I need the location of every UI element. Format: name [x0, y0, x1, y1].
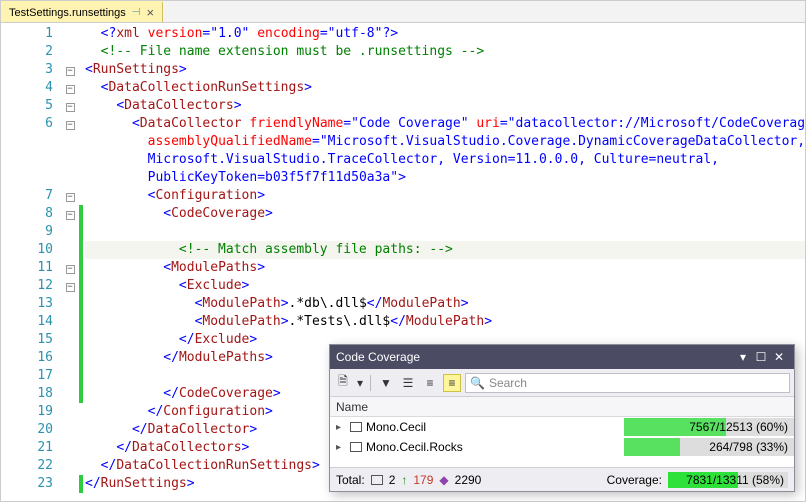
search-placeholder: Search	[489, 376, 527, 390]
panel-menu-icon[interactable]: ▾	[734, 350, 752, 364]
fold-column[interactable]: −−−−−−−−	[61, 23, 79, 501]
document-icon[interactable]: 🗎	[334, 374, 352, 392]
coverage-rows: ▸Mono.Cecil 7567/12513 (60%)▸Mono.Cecil.…	[330, 417, 794, 467]
panel-title-text: Code Coverage	[336, 350, 420, 364]
panel-maximize-icon[interactable]: ☐	[752, 350, 770, 364]
module-icon	[371, 475, 383, 485]
up-count: 179	[413, 473, 433, 487]
coverage-label: Coverage:	[607, 473, 662, 487]
dropdown-icon[interactable]: ▾	[356, 374, 364, 392]
search-icon: 🔍	[470, 376, 485, 390]
list-tree-icon[interactable]: ☰	[399, 374, 417, 392]
coverage-row[interactable]: ▸Mono.Cecil 7567/12513 (60%)	[330, 417, 794, 437]
code-coverage-panel: Code Coverage ▾ ☐ ✕ 🗎 ▾ ▼ ☰ ≡ ≡ 🔍 Search…	[329, 344, 795, 492]
tab-bar: TestSettings.runsettings ⊣ ×	[1, 1, 805, 23]
column-header[interactable]: Name	[330, 397, 794, 417]
total-label: Total:	[336, 473, 365, 487]
module-count: 2	[389, 473, 396, 487]
gem-count: 2290	[455, 473, 482, 487]
highlight-icon[interactable]: ≡	[443, 374, 461, 392]
panel-close-icon[interactable]: ✕	[770, 350, 788, 364]
coverage-total-text: 7831/13311 (58%)	[686, 473, 784, 487]
up-arrow-icon: ↑	[401, 473, 407, 487]
search-input[interactable]: 🔍 Search	[465, 373, 790, 393]
panel-statusbar: Total: 2 ↑ 179 ◆ 2290 Coverage: 7831/133…	[330, 467, 794, 491]
panel-toolbar: 🗎 ▾ ▼ ☰ ≡ ≡ 🔍 Search	[330, 369, 794, 397]
gem-icon: ◆	[439, 473, 448, 487]
filter-icon[interactable]: ▼	[377, 374, 395, 392]
pin-icon[interactable]: ⊣	[132, 7, 141, 18]
coverage-total-bar: 7831/13311 (58%)	[668, 472, 788, 488]
coverage-row[interactable]: ▸Mono.Cecil.Rocks 264/798 (33%)	[330, 437, 794, 457]
file-tab[interactable]: TestSettings.runsettings ⊣ ×	[1, 1, 163, 22]
panel-titlebar[interactable]: Code Coverage ▾ ☐ ✕	[330, 345, 794, 369]
close-icon[interactable]: ×	[147, 5, 155, 20]
tab-filename: TestSettings.runsettings	[9, 7, 126, 19]
list-flat-icon[interactable]: ≡	[421, 374, 439, 392]
line-number-gutter: 1234567891011121314151617181920212223	[1, 23, 61, 501]
